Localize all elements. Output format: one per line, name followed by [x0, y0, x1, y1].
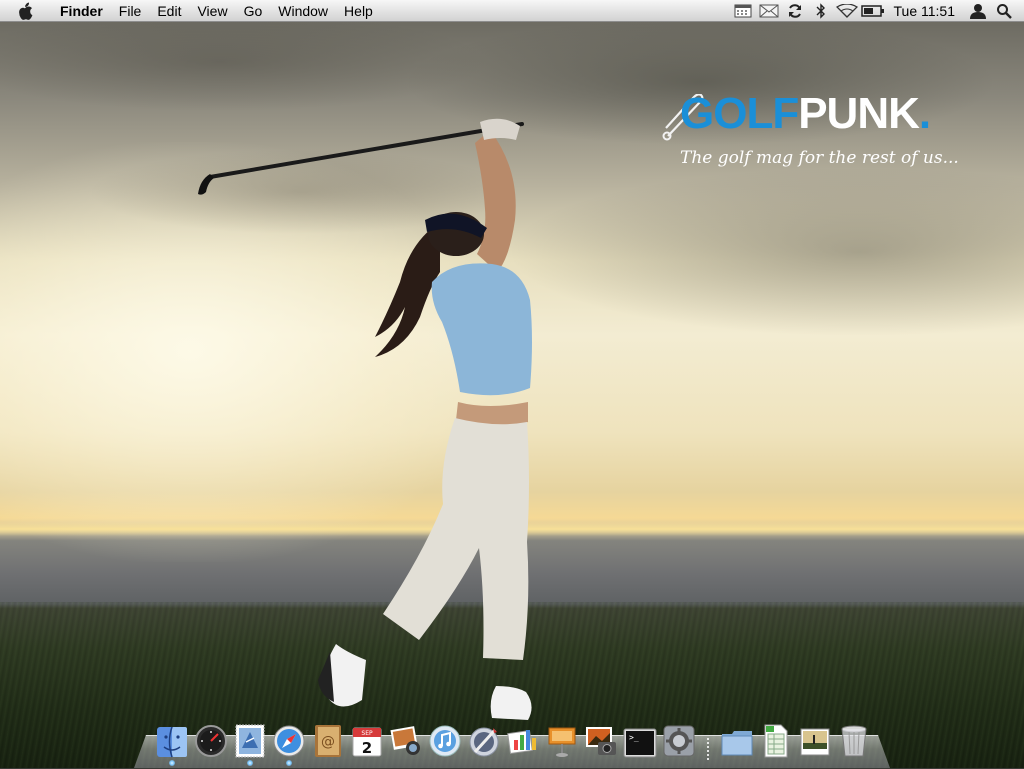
- logo-tagline: The golf mag for the rest of us...: [680, 148, 959, 168]
- menu-go[interactable]: Go: [236, 0, 271, 22]
- logo-golf: GOLF: [680, 89, 798, 138]
- menu-window[interactable]: Window: [270, 0, 336, 22]
- trash-icon[interactable]: [836, 722, 872, 758]
- finder-icon[interactable]: [154, 722, 190, 758]
- keynote-icon[interactable]: [544, 722, 580, 758]
- apple-menu-icon[interactable]: [18, 2, 38, 20]
- image-capture-icon[interactable]: [583, 722, 619, 758]
- menu-extras: Tue 11:51: [730, 0, 1024, 22]
- menu-clock[interactable]: Tue 11:51: [886, 3, 966, 19]
- folder-icon[interactable]: [719, 722, 755, 758]
- sync-icon[interactable]: [783, 0, 807, 22]
- ical-month: SEP: [361, 730, 373, 737]
- safari-icon[interactable]: [271, 722, 307, 758]
- menu-edit[interactable]: Edit: [149, 0, 189, 22]
- svg-text:>_: >_: [629, 733, 639, 742]
- logo-wordmark: GOLFPUNK.: [680, 88, 930, 140]
- spotlight-search-icon[interactable]: [992, 0, 1016, 22]
- battery-icon[interactable]: [861, 0, 885, 22]
- running-indicator: [169, 760, 175, 766]
- dock: @ SEP 2 >_: [154, 718, 875, 758]
- mail-stamp-icon[interactable]: [232, 722, 268, 758]
- wifi-icon[interactable]: [835, 0, 859, 22]
- running-indicator: [286, 760, 292, 766]
- spreadsheet-document-icon[interactable]: [758, 722, 794, 758]
- menu-help[interactable]: Help: [336, 0, 381, 22]
- ical-icon[interactable]: [731, 0, 755, 22]
- address-book-icon[interactable]: @: [310, 722, 346, 758]
- menu-view[interactable]: View: [189, 0, 235, 22]
- ical-day: 2: [362, 739, 372, 757]
- numbers-chart-icon[interactable]: [505, 722, 541, 758]
- user-icon[interactable]: [966, 0, 990, 22]
- script-editor-icon[interactable]: [466, 722, 502, 758]
- running-indicator: [247, 760, 253, 766]
- logo-punk: PUNK: [798, 89, 919, 138]
- svg-text:@: @: [321, 734, 335, 750]
- photo-document-icon[interactable]: [797, 722, 833, 758]
- iphoto-icon[interactable]: [388, 722, 424, 758]
- bluetooth-icon[interactable]: [809, 0, 833, 22]
- ical-dock-icon[interactable]: SEP 2: [349, 722, 385, 758]
- golfpunk-logo: GOLFPUNK. The golf mag for the rest of u…: [662, 88, 942, 178]
- dashboard-icon[interactable]: [193, 722, 229, 758]
- menu-file[interactable]: File: [111, 0, 150, 22]
- desktop-wallpaper: GOLFPUNK. The golf mag for the rest of u…: [0, 22, 1024, 768]
- terminal-icon[interactable]: >_: [622, 722, 658, 758]
- menu-finder[interactable]: Finder: [52, 0, 111, 22]
- menu-bar: Finder File Edit View Go Window Help Tue…: [0, 0, 1024, 22]
- dock-separator: [700, 724, 716, 758]
- mail-icon[interactable]: [757, 0, 781, 22]
- itunes-icon[interactable]: [427, 722, 463, 758]
- system-preferences-icon[interactable]: [661, 722, 697, 758]
- logo-dot: .: [919, 89, 930, 138]
